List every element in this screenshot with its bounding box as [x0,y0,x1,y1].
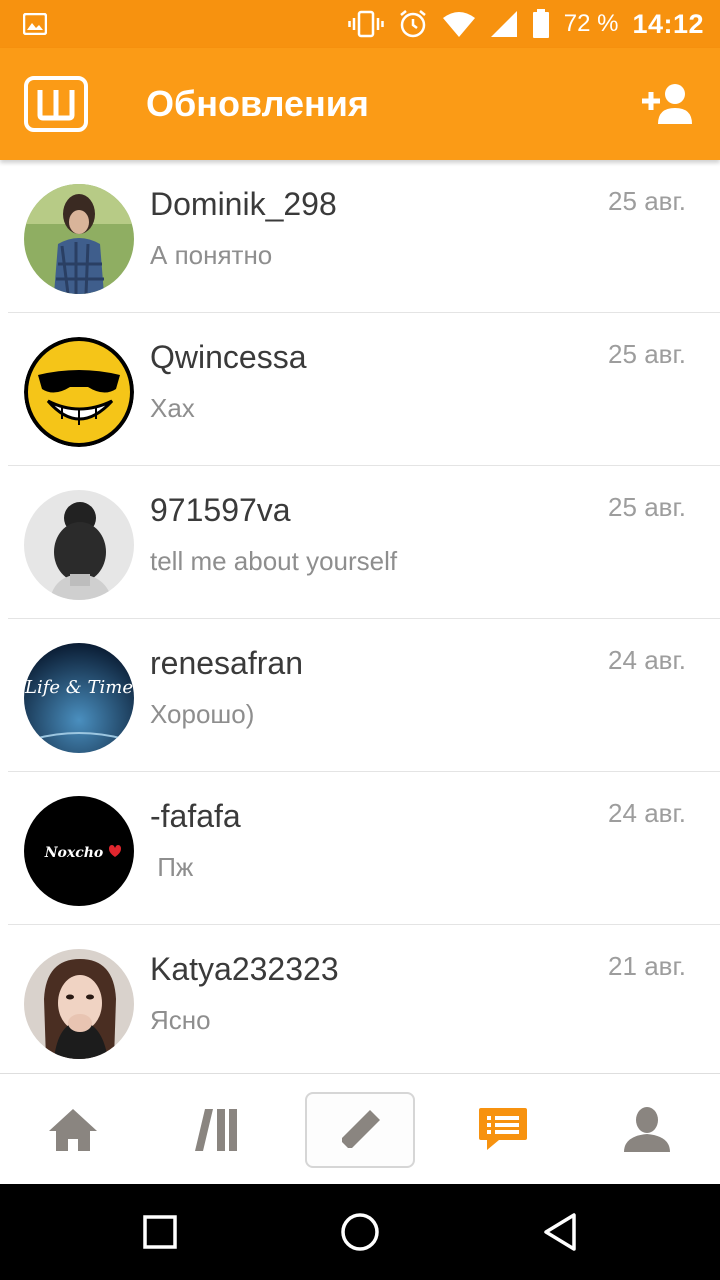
add-user-icon[interactable] [640,80,696,128]
profile-icon[interactable] [592,1092,702,1168]
contact-name: renesafran [150,645,303,681]
list-item[interactable]: 971597va tell me about yourself 25 авг. [0,466,720,619]
list-item[interactable]: Katya232323 Ясно 21 авг. [0,925,720,1073]
conversation-list: Dominik_298 А понятно 25 авг. Qwincessa … [0,160,720,1073]
message-preview: Хорошо) [150,699,255,729]
contact-name: Dominik_298 [150,186,337,222]
message-date: 25 авг. [608,186,686,216]
message-date: 21 авг. [608,951,686,981]
app-logo-icon[interactable] [24,76,88,132]
message-date: 25 авг. [608,339,686,369]
avatar [24,184,134,294]
app-bar: Обновления [0,48,720,160]
message-date: 25 авг. [608,492,686,522]
wifi-icon [442,10,476,38]
alarm-icon [398,9,428,39]
avatar [24,949,134,1059]
home-button-icon[interactable] [336,1208,384,1256]
avatar: Life & Time [24,643,134,753]
vibrate-icon [347,10,384,38]
list-item[interactable]: Qwincessa Хах 25 авг. [0,313,720,466]
message-preview: Ясно [150,1005,211,1035]
clock: 14:12 [632,8,704,39]
list-item[interactable]: Dominik_298 А понятно 25 авг. [0,160,720,313]
status-bar: 72 % 14:12 [0,0,720,48]
list-item[interactable]: Noxcho -fafafa Пж 24 авг. [0,772,720,925]
image-notification-icon [22,12,48,36]
avatar [24,337,134,447]
list-item[interactable]: Life & Time renesafran Хорошо) 24 авг. [0,619,720,772]
messages-icon[interactable] [448,1092,558,1168]
message-date: 24 авг. [608,645,686,675]
back-icon[interactable] [536,1208,584,1256]
battery-icon [532,9,550,39]
contact-name: 971597va [150,492,291,528]
avatar [24,490,134,600]
contact-name: -fafafa [150,798,241,834]
message-date: 24 авг. [608,798,686,828]
system-nav-bar [0,1184,720,1280]
contact-name: Qwincessa [150,339,307,375]
page-title: Обновления [146,83,369,124]
signal-icon [490,10,518,38]
message-preview: Пж [150,852,194,882]
recents-icon[interactable] [136,1208,184,1256]
avatar: Noxcho [24,796,134,906]
avatar-text: Noxcho [44,845,104,861]
message-preview: Хах [150,393,195,423]
pencil-icon[interactable] [305,1092,415,1168]
bottom-nav [0,1073,720,1184]
message-preview: А понятно [150,240,273,270]
battery-percent: 72 % [563,10,619,37]
contact-name: Katya232323 [150,951,339,987]
message-preview: tell me about yourself [150,546,398,576]
library-icon[interactable] [162,1092,272,1168]
avatar-text: Life & Time [24,677,133,698]
screen: 72 % 14:12 Обновления Dominik_298 А поня… [0,0,720,1280]
home-icon[interactable] [18,1092,128,1168]
